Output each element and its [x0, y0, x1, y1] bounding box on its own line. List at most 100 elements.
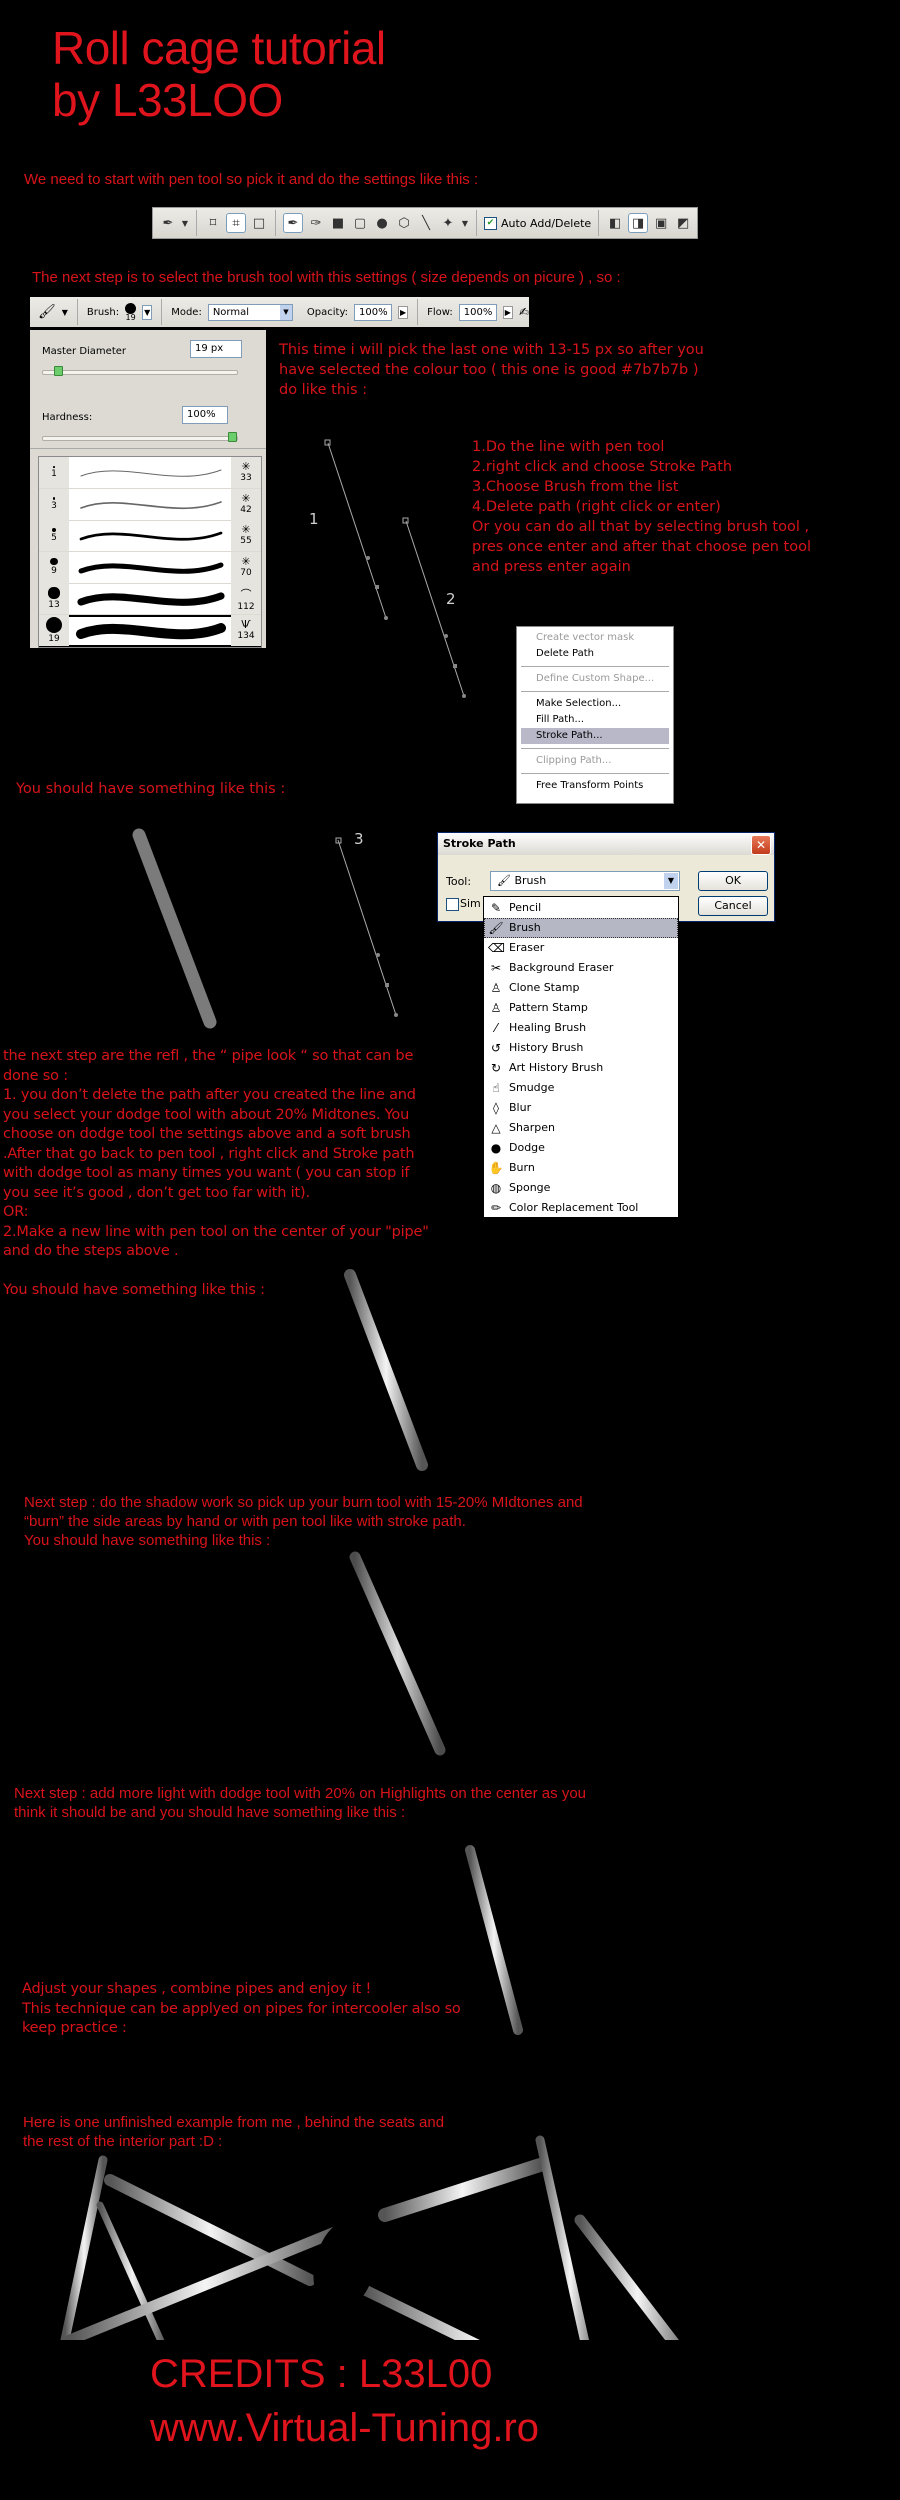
menu-item-free-transform-points[interactable]: Free Transform Points [517, 778, 673, 794]
rectangle-icon[interactable]: ■ [329, 214, 347, 232]
brush-preset-panel: Master Diameter 19 px Hardness: 100% 1 ✳ 3… [30, 330, 266, 648]
tool-option-sponge[interactable]: ◍ Sponge [484, 1178, 678, 1198]
brush-preset-right[interactable]: ⌒ 112 [231, 583, 261, 614]
tool-option-color-replacement-tool[interactable]: ✏ Color Replacement Tool [484, 1198, 678, 1218]
brush-picker-arrow[interactable]: ▼ [142, 304, 153, 320]
separator [417, 299, 419, 325]
master-diameter-slider-handle[interactable] [53, 366, 63, 376]
close-icon[interactable]: ✕ [751, 835, 771, 855]
pipe [465, 1845, 523, 2035]
polygon-icon[interactable]: ⬡ [395, 214, 413, 232]
brush-preset-right[interactable]: ✳ 33 [231, 457, 261, 488]
hardness-slider[interactable] [42, 436, 238, 441]
brush-preset-right[interactable]: ✳ 42 [231, 488, 261, 520]
chevron-down-icon[interactable]: ▼ [664, 873, 678, 889]
tool-option-pattern-stamp[interactable]: ♙ Pattern Stamp [484, 998, 678, 1018]
blur-icon: ◊ [493, 1101, 499, 1115]
tool-option-pencil[interactable]: ✎ Pencil [484, 898, 678, 918]
hardness-input[interactable]: 100% [182, 406, 228, 424]
tool-option-dodge[interactable]: ● Dodge [484, 1138, 678, 1158]
line-icon[interactable]: ╲ [417, 214, 435, 232]
brush-size-cell: 9 [39, 551, 69, 583]
exclude-area-icon[interactable]: ◩ [674, 214, 692, 232]
brush-tool-icon[interactable]: 🖌 [38, 304, 56, 320]
separator [196, 210, 197, 236]
paths-icon[interactable]: ⌗ [226, 213, 246, 233]
tool-option-background-eraser[interactable]: ✂ Background Eraser [484, 958, 678, 978]
brush-preset-row[interactable]: 9 ✳ 70 [39, 551, 261, 584]
tool-option-label: Burn [509, 1161, 535, 1174]
tool-option-clone-stamp[interactable]: ♙ Clone Stamp [484, 978, 678, 998]
brush-preset-row[interactable]: 1 ✳ 33 [39, 457, 261, 489]
menu-item-fill-path[interactable]: Fill Path... [517, 712, 673, 728]
mode-select[interactable]: Normal ▼ [207, 303, 293, 321]
brush-note-text: This time i will pick the last one with … [279, 342, 704, 398]
menu-separator [521, 666, 669, 667]
rounded-rectangle-icon[interactable]: ▢ [351, 214, 369, 232]
flow-input[interactable]: 100% [458, 303, 497, 321]
brush-preset-right[interactable]: ✳ 70 [231, 551, 261, 583]
pen-tool-icon[interactable]: ✒ [159, 214, 177, 232]
handle-point [384, 616, 388, 620]
subtract-area-icon[interactable]: ◨ [628, 213, 649, 233]
tool-option-blur[interactable]: ◊ Blur [484, 1098, 678, 1118]
tool-select[interactable]: 🖌 Brush ▼ [490, 871, 680, 891]
dropdown-arrow-icon[interactable]: ▼ [62, 308, 68, 317]
brush-preset-size-label: 70 [240, 567, 252, 578]
pen-icon[interactable]: ✒ [283, 213, 303, 233]
brush-preset-row[interactable]: 13 ⌒ 112 [39, 583, 261, 615]
opacity-input[interactable]: 100% [354, 303, 393, 321]
add-area-icon[interactable]: ◧ [606, 214, 624, 232]
brush-preset-row[interactable]: 5 ✳ 55 [39, 520, 261, 552]
shape-layers-icon[interactable]: ⌑ [204, 214, 222, 232]
custom-shape-icon[interactable]: ✦ [439, 214, 457, 232]
airbrush-icon[interactable]: ✍ [519, 305, 529, 319]
dropdown-arrow-icon[interactable]: ▼ [181, 214, 189, 232]
tool-option-sharpen[interactable]: △ Sharpen [484, 1118, 678, 1138]
fill-pixels-icon[interactable]: □ [250, 214, 268, 232]
menu-item-define-custom-shape: Define Custom Shape... [536, 673, 655, 684]
ok-button[interactable]: OK [698, 871, 768, 891]
master-diameter-input[interactable]: 19 px [190, 340, 242, 358]
tool-option-smudge[interactable]: ☝ Smudge [484, 1078, 678, 1098]
flow-slider-arrow[interactable]: ▶ [502, 305, 513, 319]
master-diameter-slider[interactable] [42, 370, 238, 375]
menu-separator [521, 691, 669, 692]
sharpen-icon: △ [491, 1121, 501, 1135]
brush-preset-right[interactable]: Ѱ 134 [231, 614, 261, 646]
tool-option-history-brush[interactable]: ↺ History Brush [484, 1038, 678, 1058]
brush-preset-right[interactable]: ✳ 55 [231, 520, 261, 551]
dialog-title: Stroke Path [438, 833, 774, 855]
menu-item-stroke-path[interactable]: Stroke Path... [521, 728, 669, 744]
intersect-area-icon[interactable]: ▣ [652, 214, 670, 232]
opacity-slider-arrow[interactable]: ▶ [398, 305, 409, 319]
tool-option-burn[interactable]: ✋ Burn [484, 1158, 678, 1178]
tool-option-healing-brush[interactable]: ⁄ Healing Brush [484, 1018, 678, 1038]
brush-shape-icon: ✳ [241, 554, 251, 568]
credits-website[interactable]: www.Virtual-Tuning.ro [150, 2401, 539, 2455]
ellipse-icon[interactable]: ● [373, 214, 391, 232]
menu-separator [521, 748, 669, 749]
tool-option-label: Art History Brush [509, 1061, 604, 1074]
pattern-stamp-icon: ♙ [490, 1001, 502, 1015]
menu-item-make-selection[interactable]: Make Selection... [517, 696, 673, 712]
tool-option-brush[interactable]: 🖌 Brush [484, 918, 678, 938]
brush-stroke-preview [73, 460, 229, 486]
step-light-text: Next step : add more light with dodge to… [14, 1785, 586, 1821]
tool-option-eraser[interactable]: ⌫ Eraser [484, 938, 678, 958]
brush-preview[interactable]: 19 [125, 302, 137, 322]
cancel-button[interactable]: Cancel [698, 896, 768, 916]
dodge-icon: ● [490, 1141, 502, 1155]
brush-preset-row[interactable]: 3 ✳ 42 [39, 488, 261, 521]
handle-point [376, 953, 380, 957]
auto-add-delete-checkbox[interactable]: ✔ [484, 216, 497, 230]
hardness-slider-handle[interactable] [228, 432, 237, 442]
simulate-pressure-checkbox[interactable] [446, 898, 459, 911]
tool-option-label: History Brush [509, 1041, 584, 1054]
freeform-pen-icon[interactable]: ✑ [307, 214, 325, 232]
tool-option-art-history-brush[interactable]: ↻ Art History Brush [484, 1058, 678, 1078]
dropdown-arrow-icon[interactable]: ▼ [461, 214, 469, 232]
menu-item-delete-path[interactable]: Delete Path [517, 646, 673, 662]
separator [161, 299, 163, 325]
brush-preset-row[interactable]: 19 Ѱ 134 [39, 614, 261, 647]
